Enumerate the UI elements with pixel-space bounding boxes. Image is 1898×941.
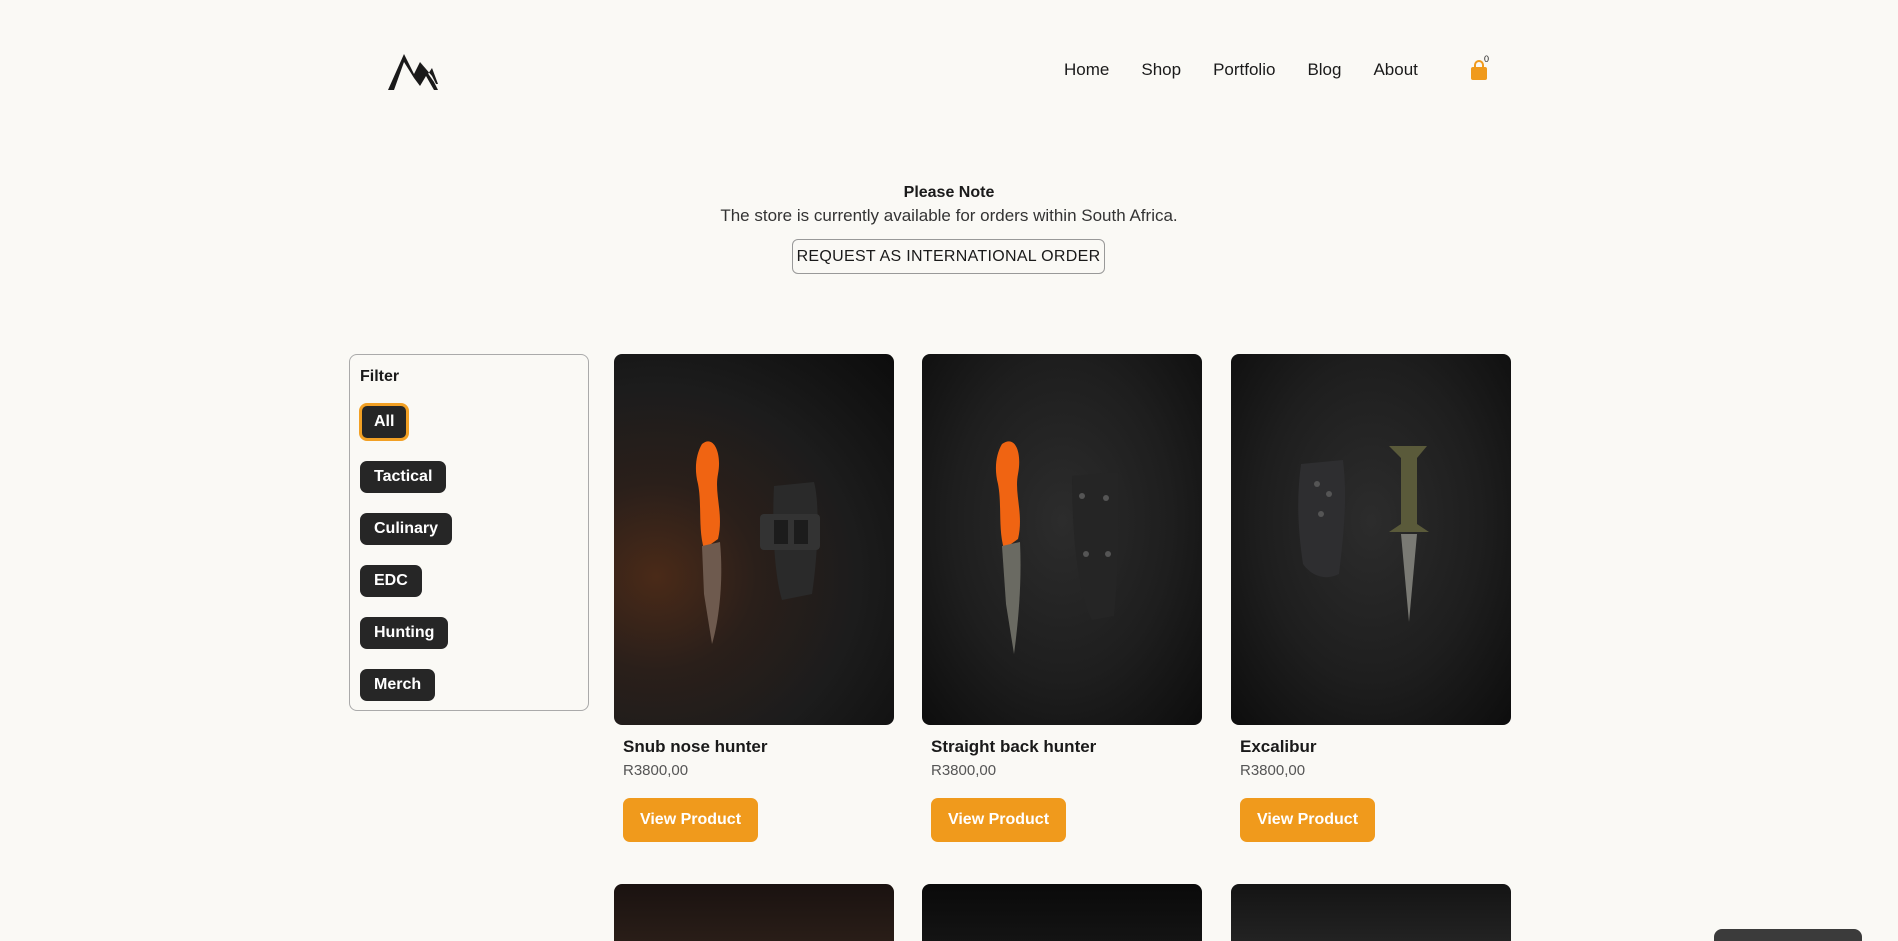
product-image[interactable] <box>922 354 1202 725</box>
filter-chip-tactical[interactable]: Tactical <box>360 461 447 493</box>
nav-shop[interactable]: Shop <box>1141 60 1181 80</box>
view-product-button[interactable]: View Product <box>1240 798 1375 842</box>
product-card: Excalibur R3800,00 View Product <box>1231 354 1511 842</box>
nav-about[interactable]: About <box>1373 60 1417 80</box>
main-nav: Home Shop Portfolio Blog About <box>1064 60 1450 80</box>
knife-and-sheath-graphic <box>1298 446 1429 622</box>
logo-icon[interactable] <box>386 48 444 96</box>
filter-chip-merch[interactable]: Merch <box>360 669 436 701</box>
product-price: R3800,00 <box>1240 762 1306 779</box>
filter-chip-hunting[interactable]: Hunting <box>360 617 449 649</box>
filter-title: Filter <box>360 368 400 385</box>
filter-panel: Filter All Tactical Culinary EDC Hunting… <box>349 354 589 711</box>
cart-count-badge: 0 <box>1484 54 1490 64</box>
nav-home[interactable]: Home <box>1064 60 1109 80</box>
filter-chip-all[interactable]: All <box>358 403 410 441</box>
nav-blog[interactable]: Blog <box>1307 60 1341 80</box>
chat-widget-tab[interactable] <box>1714 929 1862 941</box>
product-price: R3800,00 <box>623 762 689 779</box>
knife-and-sheath-graphic <box>695 441 820 644</box>
product-name: Straight back hunter <box>931 737 1097 756</box>
notice-text: The store is currently available for ord… <box>720 206 1178 225</box>
filter-chip-culinary[interactable]: Culinary <box>360 513 453 545</box>
view-product-button[interactable]: View Product <box>931 798 1066 842</box>
product-card: Straight back hunter R3800,00 View Produ… <box>922 354 1202 842</box>
knife-and-sheath-graphic <box>995 441 1119 654</box>
nav-portfolio[interactable]: Portfolio <box>1213 60 1275 80</box>
filter-chip-edc[interactable]: EDC <box>360 565 422 597</box>
product-image[interactable] <box>1231 354 1511 725</box>
product-card-partial[interactable] <box>1231 884 1511 941</box>
store-notice: Please Note The store is currently avail… <box>0 184 1898 226</box>
product-card: Snub nose hunter R3800,00 View Product <box>614 354 894 842</box>
product-price: R3800,00 <box>931 762 997 779</box>
product-card-partial[interactable] <box>614 884 894 941</box>
product-name: Excalibur <box>1240 737 1317 756</box>
international-order-button[interactable]: REQUEST AS INTERNATIONAL ORDER <box>792 239 1105 274</box>
product-name: Snub nose hunter <box>623 737 768 756</box>
view-product-button[interactable]: View Product <box>623 798 758 842</box>
notice-title: Please Note <box>903 184 995 201</box>
product-image[interactable] <box>614 354 894 725</box>
product-card-partial[interactable] <box>922 884 1202 941</box>
